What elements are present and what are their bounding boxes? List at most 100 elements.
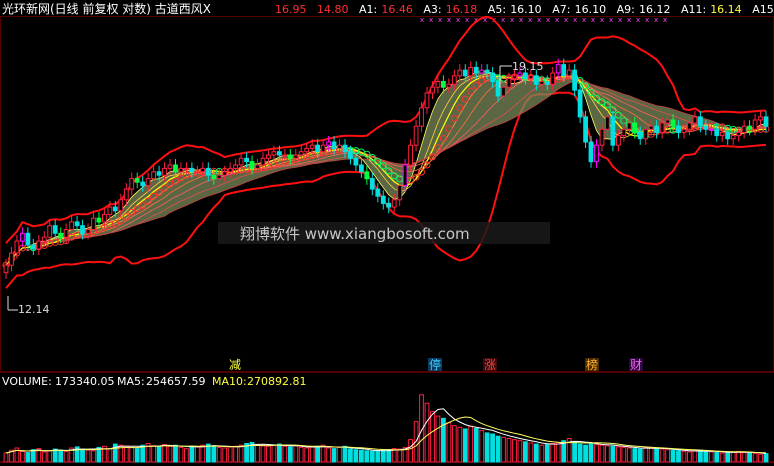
header-marker: x: [654, 16, 658, 24]
candle-up: [424, 92, 430, 109]
header-marker: x: [546, 16, 550, 24]
candle-down: [495, 81, 501, 97]
candle-down: [610, 116, 616, 146]
volume-bar: [430, 411, 435, 463]
volume-bar: [189, 445, 195, 463]
svg-text:涨: 涨: [484, 357, 496, 372]
volume-bar: [621, 446, 627, 463]
candle-up: [408, 144, 414, 166]
candle-up: [271, 151, 277, 156]
volume-bar: [741, 452, 747, 463]
volume-bar: [47, 450, 53, 463]
candle-up: [539, 81, 545, 85]
volume-bar: [326, 447, 332, 463]
candle-down: [484, 69, 490, 74]
low-value: 12.14: [18, 303, 50, 316]
volume-bar: [162, 444, 167, 463]
volume-bar: [293, 445, 299, 463]
candle-down: [348, 151, 353, 159]
volume-bar: [605, 445, 610, 463]
candle-up: [326, 141, 332, 146]
volume-bar: [572, 441, 578, 463]
candle-down: [52, 225, 58, 234]
candle-down: [96, 217, 102, 223]
volume-bar: [337, 446, 342, 463]
candle-down: [703, 125, 709, 130]
volume-bar: [167, 445, 173, 463]
candle-down: [156, 171, 162, 176]
watermark: 翔博软件 www.xiangbosoft.com: [218, 222, 550, 244]
candle-up: [594, 144, 599, 163]
candle-up: [63, 229, 69, 238]
volume-bar: [298, 446, 304, 463]
candle-down: [353, 157, 359, 166]
volume-bar: [173, 444, 178, 463]
candle-up: [178, 167, 184, 173]
candle-down: [364, 171, 370, 180]
chart-title: 光环新网(日线 前复权 对数) 古道西风X: [2, 1, 211, 16]
ma10-value: 270892.81: [247, 375, 307, 388]
volume-bar: [375, 450, 381, 463]
volume-bar: [80, 448, 85, 463]
signal-zhang: 涨: [483, 357, 497, 372]
volume-bar: [216, 446, 222, 463]
candle-up: [665, 119, 671, 124]
candle-up: [659, 122, 665, 133]
candle-down: [523, 72, 528, 80]
volume-label: VOLUME:: [2, 375, 52, 388]
candle-down: [441, 81, 446, 88]
candle-up: [413, 125, 419, 146]
candle-up: [435, 81, 441, 88]
volume-bar: [550, 443, 556, 463]
header-marker: x: [519, 16, 523, 24]
candle-up: [85, 229, 91, 234]
volume-bar: [331, 448, 337, 463]
candle-down: [588, 141, 594, 163]
candle-up: [91, 217, 96, 230]
candle-down: [25, 232, 31, 246]
volume-value: 173340.05: [55, 375, 115, 388]
volume-bar: [287, 446, 293, 463]
candle-down: [249, 161, 255, 169]
header-marker: x: [528, 16, 532, 24]
volume-bar: [107, 448, 113, 463]
candle-up: [397, 185, 403, 201]
candle-up: [479, 69, 485, 74]
candle-up: [107, 206, 113, 216]
candle-down: [544, 81, 550, 85]
candle-down: [211, 174, 217, 180]
candle-up: [708, 128, 714, 131]
candle-down: [58, 232, 64, 238]
volume-bar: [665, 449, 671, 463]
candle-down: [369, 178, 375, 190]
candle-down: [572, 69, 578, 91]
candle-up: [195, 171, 200, 174]
candle-up: [47, 225, 53, 238]
volume-bar: [599, 444, 605, 463]
volume-bar: [446, 422, 452, 463]
volume-bar: [703, 450, 709, 463]
candle-up: [599, 128, 605, 146]
volume-bar: [380, 449, 386, 463]
header-item-value: 16.10: [510, 3, 542, 16]
candle-up: [282, 154, 288, 157]
candle-up: [184, 167, 189, 170]
volume-bar: [277, 443, 282, 463]
candle-down: [359, 164, 364, 173]
volume-bar: [637, 448, 643, 463]
volume-bar: [708, 451, 714, 463]
candle-down: [205, 167, 211, 176]
volume-bar: [676, 450, 681, 463]
header-item-label: A1:: [359, 3, 377, 16]
volume-bar: [517, 440, 523, 463]
candle-down: [490, 72, 496, 82]
volume-bar: [359, 449, 364, 463]
candle-up: [123, 188, 129, 201]
candle-up: [266, 154, 271, 159]
candle-up: [566, 69, 572, 77]
volume-bar: [610, 445, 616, 463]
candle-down: [473, 66, 479, 74]
candle-up: [451, 75, 457, 85]
header-item-label: A11:: [681, 3, 706, 16]
candle-down: [561, 64, 567, 77]
